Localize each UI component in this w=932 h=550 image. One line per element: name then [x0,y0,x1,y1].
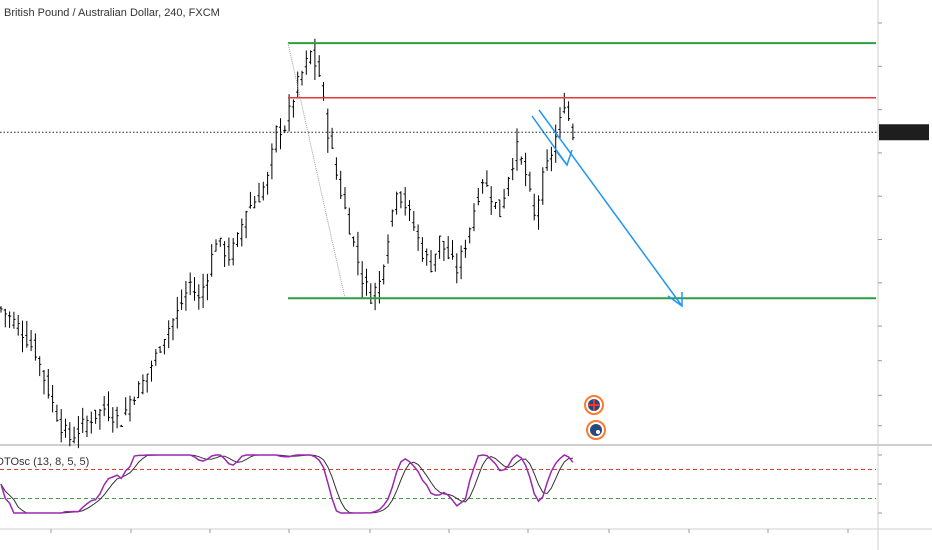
event-flag-star [596,430,600,434]
chart-stage: British Pound / Australian Dollar, 240, … [0,0,932,550]
gbpaud-chart: British Pound / Australian Dollar, 240, … [0,0,932,550]
au-flag-event-icon[interactable] [586,420,606,440]
chart-title: British Pound / Australian Dollar, 240, … [4,7,220,19]
grid-lines [0,0,932,550]
main-pane-bg [0,0,876,443]
current-price-badge [879,124,929,141]
oscillator-pane [0,454,876,514]
event-flag-bg [590,424,602,436]
oscillator-title: DTOsc (13, 8, 5, 5) [0,456,89,468]
uk-flag-event-icon[interactable] [584,395,604,415]
